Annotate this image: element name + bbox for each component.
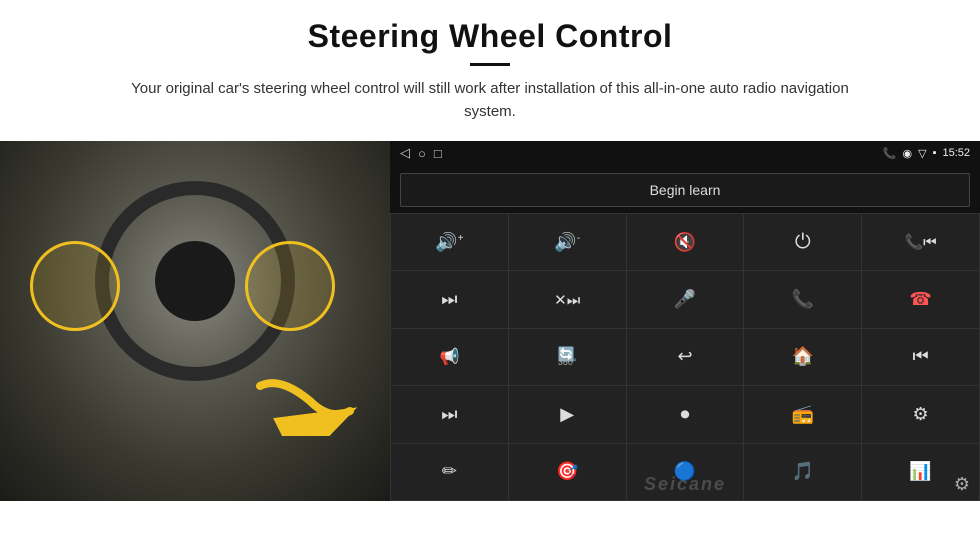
arrow-svg	[250, 366, 370, 436]
call-prev-btn[interactable]: 📞⏮	[862, 214, 979, 270]
fast-forward-btn[interactable]: ✕⏭	[509, 271, 626, 327]
camera-360-icon: 🔄360°	[558, 346, 577, 367]
radio-icon: 📻	[792, 404, 814, 425]
music-btn[interactable]: 🎵	[744, 444, 861, 500]
vol-down-btn[interactable]: 🔊-	[509, 214, 626, 270]
car-photo-bg	[0, 141, 390, 501]
hang-up-icon: ☎	[909, 289, 931, 310]
phone-icon: 📞	[883, 147, 897, 160]
vol-up-icon: 🔊+	[435, 232, 463, 253]
equalizer-icon: 📊	[909, 461, 931, 482]
begin-learn-button[interactable]: Begin learn	[400, 173, 970, 207]
sw-inner-hub	[155, 241, 235, 321]
eq-icon: ⚙	[913, 404, 929, 425]
highlight-left	[30, 241, 120, 331]
controls-grid: 🔊+ 🔊- 🔇 ⏻ 📞⏮ ⏭	[390, 213, 980, 501]
radio-btn[interactable]: 📻	[744, 386, 861, 442]
status-bar: ◁ ○ □ 📞 ◉ ▽ ▪ 15:52	[390, 141, 980, 165]
speaker-btn[interactable]: 📢	[391, 329, 508, 385]
status-time: 15:52	[942, 147, 970, 159]
wifi-icon: ▽	[918, 147, 926, 160]
target-btn[interactable]: 🎯	[509, 444, 626, 500]
skip-forward-icon: ⏭	[441, 404, 457, 425]
page-title: Steering Wheel Control	[40, 18, 940, 55]
back-btn[interactable]: ↩	[627, 329, 744, 385]
edit-icon: ✏	[442, 461, 457, 482]
vol-up-btn[interactable]: 🔊+	[391, 214, 508, 270]
music-icon: 🎵	[792, 461, 814, 482]
eject-icon: ⏺	[680, 404, 689, 425]
edit-btn[interactable]: ✏	[391, 444, 508, 500]
settings-gear-icon[interactable]: ⚙	[954, 474, 970, 495]
begin-learn-row: Begin learn	[390, 165, 980, 213]
eq-btn[interactable]: ⚙	[862, 386, 979, 442]
next-track-btn[interactable]: ⏭	[391, 271, 508, 327]
home-icon: 🏠	[792, 346, 814, 367]
main-content: ◁ ○ □ 📞 ◉ ▽ ▪ 15:52 Begin learn	[0, 141, 980, 501]
vol-down-icon: 🔊-	[554, 232, 580, 253]
location-icon: ◉	[902, 147, 912, 160]
next-track-icon: ⏭	[441, 289, 457, 310]
header-section: Steering Wheel Control Your original car…	[0, 0, 980, 133]
fast-forward-icon: ✕⏭	[554, 291, 580, 309]
call-icon: 📞	[792, 289, 814, 310]
bluetooth-icon: 🔵	[674, 461, 696, 482]
speaker-icon: 📢	[439, 347, 459, 367]
highlight-right	[245, 241, 335, 331]
car-image-area	[0, 141, 390, 501]
hang-up-btn[interactable]: ☎	[862, 271, 979, 327]
mic-btn[interactable]: 🎤	[627, 271, 744, 327]
header-divider	[470, 63, 510, 66]
back-nav-icon[interactable]: ◁	[400, 145, 410, 161]
eject-btn[interactable]: ⏺	[627, 386, 744, 442]
home-btn[interactable]: 🏠	[744, 329, 861, 385]
screen-relative: 🔊+ 🔊- 🔇 ⏻ 📞⏮ ⏭	[390, 213, 980, 501]
yellow-arrow-container	[250, 366, 370, 441]
power-icon: ⏻	[795, 231, 811, 254]
mute-btn[interactable]: 🔇	[627, 214, 744, 270]
target-icon: 🎯	[556, 461, 578, 482]
call-prev-icon: 📞⏮	[905, 233, 937, 251]
back-icon: ↩	[677, 346, 692, 367]
navigate-icon: ▶	[560, 404, 574, 425]
camera-360-btn[interactable]: 🔄360°	[509, 329, 626, 385]
mic-icon: 🎤	[674, 289, 696, 310]
prev-track-btn[interactable]: ⏮	[862, 329, 979, 385]
header-description: Your original car's steering wheel contr…	[110, 78, 870, 123]
battery-icon: ▪	[933, 147, 937, 159]
call-btn[interactable]: 📞	[744, 271, 861, 327]
home-nav-icon[interactable]: ○	[418, 146, 426, 161]
power-btn[interactable]: ⏻	[744, 214, 861, 270]
recents-nav-icon[interactable]: □	[434, 146, 442, 161]
mute-icon: 🔇	[674, 232, 696, 253]
page-wrapper: Steering Wheel Control Your original car…	[0, 0, 980, 501]
status-bar-nav: ◁ ○ □	[400, 145, 442, 161]
navigate-btn[interactable]: ▶	[509, 386, 626, 442]
skip-forward-btn[interactable]: ⏭	[391, 386, 508, 442]
android-screen: ◁ ○ □ 📞 ◉ ▽ ▪ 15:52 Begin learn	[390, 141, 980, 501]
prev-track-icon: ⏮	[912, 346, 928, 367]
bluetooth-btn[interactable]: 🔵	[627, 444, 744, 500]
status-bar-right: 📞 ◉ ▽ ▪ 15:52	[883, 147, 970, 160]
